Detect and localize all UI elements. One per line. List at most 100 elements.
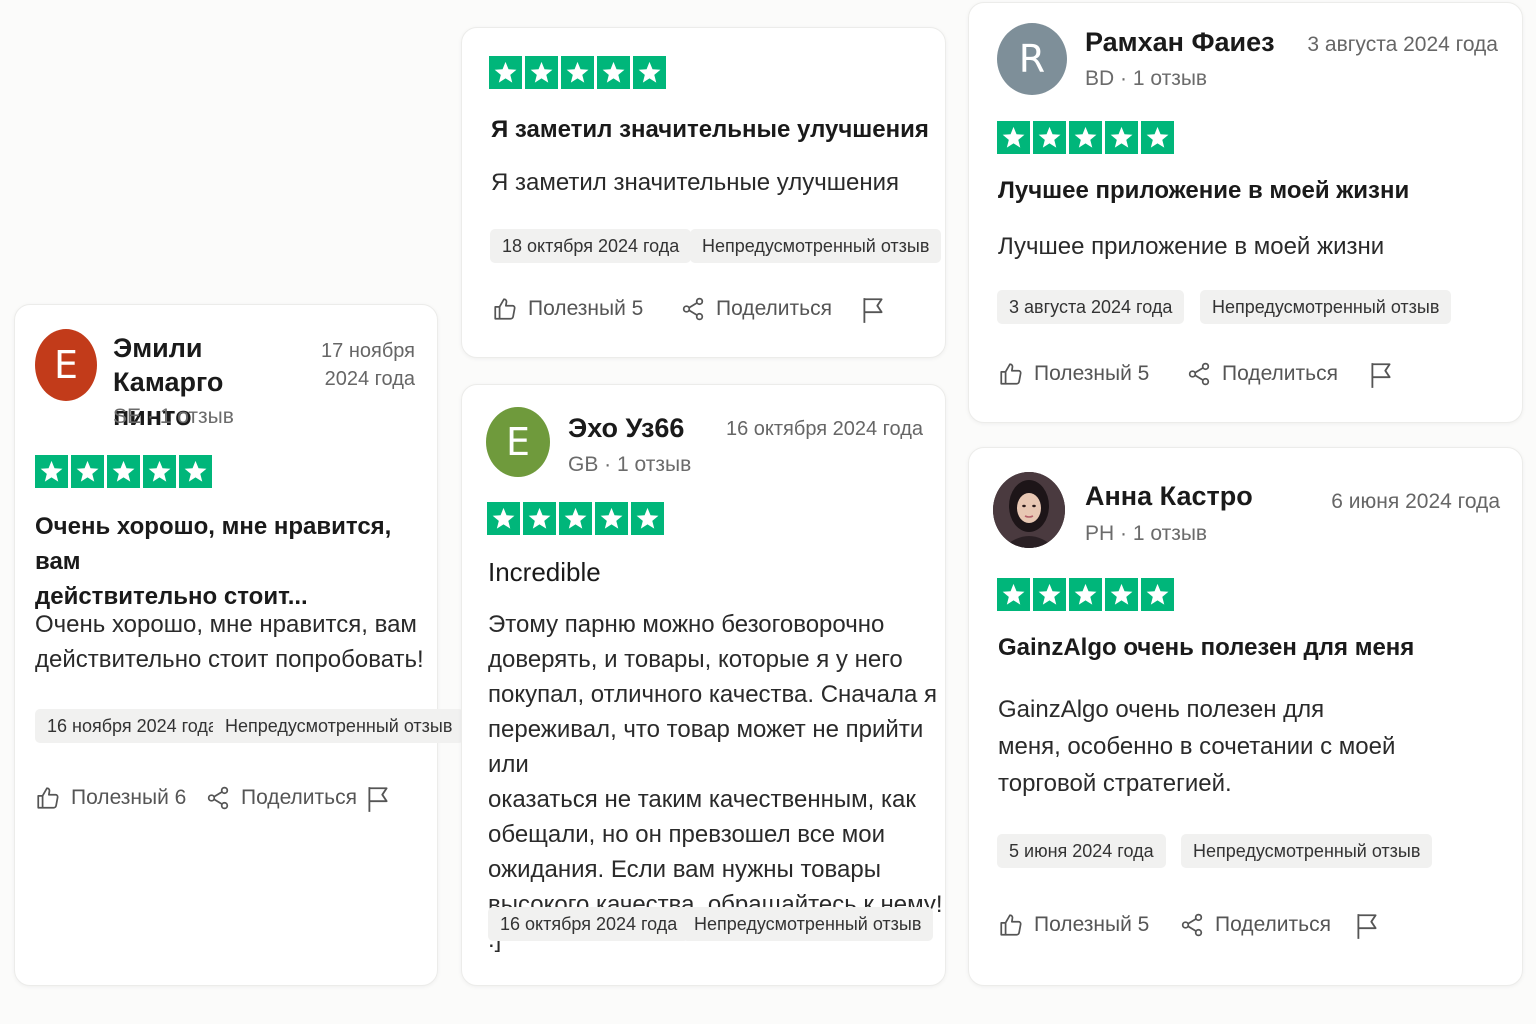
avatar[interactable] [993,472,1065,548]
share-label: Поделиться [241,786,357,809]
star-rating [35,455,212,488]
report-flag-button[interactable] [860,296,886,329]
share-label: Поделиться [1222,362,1338,385]
reviewer-meta: BD · 1 отзыв [1085,67,1208,90]
reviewer-meta: GB · 1 отзыв [568,453,692,476]
useful-button[interactable]: Полезный 5 [998,912,1149,938]
review-date: 3 августа 2024 года [1307,33,1498,56]
review-body: GainzAlgo очень полезен для меня, особен… [998,691,1395,802]
flag-icon [1368,361,1394,389]
review-body-line1: Очень хорошо, мне нравится, вам [35,611,417,638]
star-icon [997,121,1030,154]
useful-button[interactable]: Полезный 5 [998,361,1149,387]
star-icon [597,56,630,89]
star-rating [487,502,664,535]
reviews-count: 1 отзыв [1132,522,1208,545]
profile-photo [993,472,1065,548]
review-body-line: переживал, что товар может не прийти или [488,716,924,778]
star-icon [595,502,628,535]
review-body: Этому парню можно безоговорочно доверять… [488,607,945,957]
review-date: 17 ноября 2024 года [321,337,415,393]
reviews-count: 1 отзыв [617,453,692,476]
unprompted-review-chip[interactable]: Непредусмотренный отзыв [690,229,942,263]
share-label: Поделиться [1215,913,1331,936]
star-icon [633,56,666,89]
reviewer-name-line1: Эмили Камарго [113,333,224,397]
flag-icon [1354,912,1380,940]
review-date: 16 октября 2024 года [725,418,923,440]
thumbs-up-icon [998,912,1024,938]
review-title[interactable]: Очень хорошо, мне нравится, вам действит… [35,509,437,614]
star-icon [107,455,140,488]
review-title[interactable]: GainzAlgo очень полезен для меня [998,630,1414,665]
star-icon [559,502,592,535]
star-icon [1033,578,1066,611]
country-code: GB [568,453,599,476]
star-rating [489,56,666,89]
experience-date-chip: 16 октября 2024 года [488,907,690,941]
star-icon [1105,578,1138,611]
useful-label: Полезный 6 [71,786,187,809]
review-body-line: торговой стратегией. [998,770,1232,797]
review-body: Очень хорошо, мне нравится, вам действит… [35,607,424,677]
unprompted-review-chip[interactable]: Непредусмотренный отзыв [1200,290,1452,324]
star-rating [997,578,1174,611]
star-icon [35,455,68,488]
unprompted-review-chip[interactable]: Непредусмотренный отзыв [1181,834,1433,868]
share-button[interactable]: Поделиться [1179,912,1331,938]
share-icon [1186,361,1212,387]
reviewer-name[interactable]: Эхо Уз66 [568,411,684,445]
reviewer-name[interactable]: Рамхан Фаиез [1085,25,1275,59]
avatar[interactable]: E [35,329,97,401]
thumbs-up-icon [998,361,1024,387]
review-body-line2: действительно стоит попробовать! [35,646,424,673]
review-title[interactable]: Incredible [488,555,601,590]
avatar[interactable]: E [486,407,550,477]
review-body-line: обещали, но он превзошел все мои [488,821,886,848]
report-flag-button[interactable] [1354,912,1380,945]
report-flag-button[interactable] [1368,361,1394,394]
useful-button[interactable]: Полезный 6 [35,785,186,811]
review-title[interactable]: Я заметил значительные улучшения [491,112,929,147]
star-icon [1105,121,1138,154]
country-code: PH [1085,522,1115,545]
useful-label: Полезный 5 [1034,362,1150,385]
share-icon [205,785,231,811]
unprompted-review-chip[interactable]: Непредусмотренный отзыв [213,709,465,743]
unprompted-review-chip[interactable]: Непредусмотренный отзыв [682,907,934,941]
flag-icon [860,296,886,324]
share-icon [1179,912,1205,938]
review-body-line: оказаться не таким качественным, как [488,786,916,813]
review-body-line: Этому парню можно безоговорочно [488,611,885,638]
share-button[interactable]: Поделиться [205,785,357,811]
review-card: E Эмили Камарго пинто SE · 1 отзыв 17 но… [14,304,465,986]
avatar[interactable]: R [997,23,1067,95]
experience-date-chip: 16 ноября 2024 года [35,709,230,743]
review-body-line: доверять, и товары, которые я у него [488,646,903,673]
reviewer-meta: PH · 1 отзыв [1085,522,1208,545]
thumbs-up-icon [35,785,61,811]
star-icon [523,502,556,535]
star-icon [1033,121,1066,154]
review-card: R Рамхан Фаиез BD · 1 отзыв 3 августа 20… [968,2,1523,423]
share-button[interactable]: Поделиться [680,296,832,322]
star-icon [1141,121,1174,154]
review-title-line1: Очень хорошо, мне нравится, вам [35,513,392,575]
star-icon [1141,578,1174,611]
review-card: Я заметил значительные улучшения Я замет… [461,27,946,358]
star-icon [561,56,594,89]
star-icon [525,56,558,89]
reviewer-name[interactable]: Анна Кастро [1085,479,1253,513]
country-code: BD [1085,67,1115,90]
report-flag-button[interactable] [365,785,391,818]
share-button[interactable]: Поделиться [1186,361,1338,387]
review-body: Лучшее приложение в моей жизни [998,233,1385,260]
reviewer-meta: SE · 1 отзыв [113,405,234,428]
useful-button[interactable]: Полезный 5 [492,296,643,322]
star-icon [179,455,212,488]
experience-date-chip: 3 августа 2024 года [997,290,1185,324]
review-date: 6 июня 2024 года [1331,490,1500,513]
experience-date-chip: 18 октября 2024 года [490,229,692,263]
review-title[interactable]: Лучшее приложение в моей жизни [998,173,1409,208]
star-icon [71,455,104,488]
